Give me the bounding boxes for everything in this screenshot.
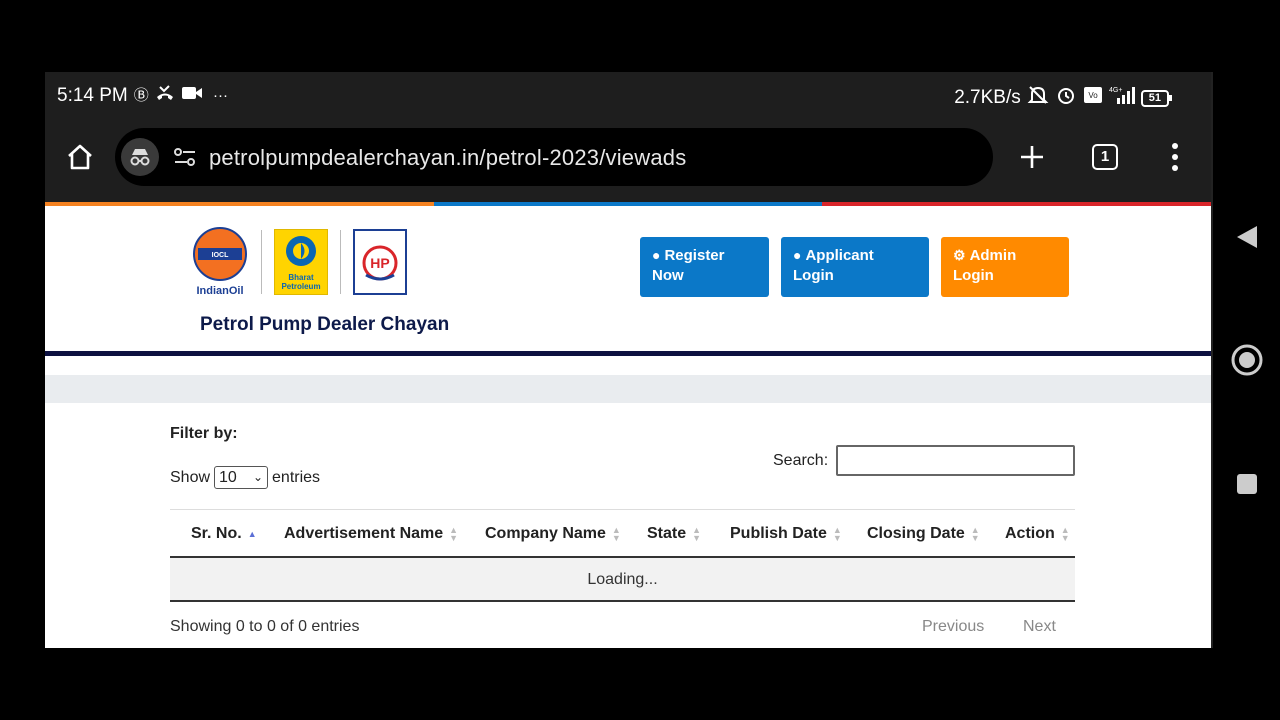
- plus-icon: [1021, 146, 1043, 168]
- tricolor-blue: [433, 202, 823, 206]
- admin-line2: Login: [953, 267, 994, 284]
- column-sr-no[interactable]: Sr. No. ▲: [191, 525, 257, 543]
- table-info: Showing 0 to 0 of 0 entries: [170, 618, 360, 635]
- sort-icon: ▲ ▼: [832, 524, 842, 543]
- page-length-value: 10: [219, 469, 237, 486]
- status-bar: 5:14 PM Ⓑ ··· 2.7KB/s Vo 4G+ 51: [45, 72, 1211, 118]
- tab-switcher-button[interactable]: 1: [1092, 144, 1118, 170]
- home-button[interactable]: [65, 142, 95, 172]
- sort-icon: ▲ ▼: [611, 524, 621, 543]
- recents-icon: [1237, 474, 1257, 494]
- incognito-icon: [121, 138, 159, 176]
- home-circle-icon: [1231, 344, 1263, 376]
- svg-text:Vo: Vo: [1088, 91, 1098, 100]
- column-closing-date[interactable]: Closing Date ▲ ▼: [867, 525, 980, 543]
- gear-icon: ⚙: [953, 247, 966, 263]
- site-title: Petrol Pump Dealer Chayan: [200, 314, 450, 335]
- search-label: Search:: [773, 451, 829, 469]
- web-page: IOCL IndianOil Bharat Petroleum HP Petro…: [45, 202, 1211, 648]
- loading-row: Loading...: [170, 558, 1075, 602]
- company-logos: IOCL IndianOil Bharat Petroleum HP: [191, 226, 407, 297]
- address-bar[interactable]: petrolpumpdealerchayan.in/petrol-2023/vi…: [115, 128, 993, 186]
- applicant-line2: Login: [793, 267, 834, 284]
- tricolor-orange: [45, 202, 434, 206]
- table-header: Sr. No. ▲ Advertisement Name ▲ ▼ Company Na…: [170, 509, 1075, 558]
- status-time: 5:14 PM: [57, 85, 128, 106]
- tricolor-strip: [45, 202, 1211, 206]
- logo-divider: [340, 229, 341, 294]
- bharat-caption-1: Bharat: [288, 272, 314, 282]
- applicant-line1: Applicant: [805, 247, 874, 264]
- video-icon: [181, 85, 203, 107]
- sort-icon: ▲ ▼: [970, 524, 980, 543]
- page-length-select[interactable]: 10 ⌄: [214, 466, 269, 489]
- volte-icon: Vo: [1083, 86, 1103, 110]
- filter-label: Filter by:: [170, 425, 238, 442]
- nav-bar: [45, 375, 1211, 403]
- android-nav-bar: [1211, 72, 1280, 648]
- column-action[interactable]: Action ▲ ▼: [1005, 525, 1070, 543]
- mute-icon: [1027, 84, 1049, 112]
- new-tab-button[interactable]: [1017, 142, 1047, 172]
- home-icon: [68, 144, 92, 170]
- recents-button[interactable]: [1236, 473, 1258, 500]
- svg-text:IOCL: IOCL: [212, 252, 229, 259]
- user-icon: ●: [793, 247, 802, 263]
- admin-line1: Admin: [969, 247, 1017, 264]
- search-input[interactable]: [836, 445, 1076, 476]
- ads-table: Sr. No. ▲ Advertisement Name ▲ ▼ Company Na…: [170, 509, 1075, 602]
- phone-screen: 5:14 PM Ⓑ ··· 2.7KB/s Vo 4G+ 51 petrolpu…: [45, 72, 1211, 648]
- sort-icon: ▲ ▼: [1060, 524, 1070, 543]
- chevron-down-icon: ⌄: [252, 470, 264, 484]
- missed-call-icon: [155, 84, 175, 108]
- sort-asc-icon: ▲: [247, 528, 257, 539]
- alarm-icon: [1055, 84, 1077, 112]
- header-divider: [45, 351, 1211, 356]
- bharat-petroleum-logo: Bharat Petroleum: [274, 228, 328, 295]
- tricolor-red: [822, 202, 1211, 206]
- logo-divider: [261, 229, 262, 294]
- bharat-caption-2: Petroleum: [281, 281, 321, 291]
- hp-logo: HP: [353, 228, 407, 295]
- register-now-button[interactable]: ● Register Now: [640, 237, 769, 297]
- show-label: Show: [170, 468, 211, 486]
- sort-icon: ▲ ▼: [449, 524, 459, 543]
- entries-label: entries: [272, 468, 321, 486]
- register-line1: Register: [664, 247, 725, 264]
- site-settings-icon[interactable]: [173, 146, 197, 168]
- column-company-name[interactable]: Company Name ▲ ▼: [485, 525, 621, 543]
- column-advertisement-name[interactable]: Advertisement Name ▲ ▼: [284, 525, 458, 543]
- indianoil-caption: IndianOil: [196, 285, 244, 297]
- back-icon: [1237, 226, 1257, 248]
- url-text[interactable]: petrolpumpdealerchayan.in/petrol-2023/vi…: [209, 145, 686, 171]
- column-state[interactable]: State ▲ ▼: [647, 525, 701, 543]
- register-line2: Now: [652, 267, 684, 284]
- svg-text:4G+: 4G+: [1109, 87, 1122, 94]
- network-speed: 2.7KB/s: [954, 87, 1021, 108]
- admin-login-button[interactable]: ⚙ Admin Login: [941, 237, 1069, 297]
- browser-toolbar: petrolpumpdealerchayan.in/petrol-2023/vi…: [45, 118, 1211, 202]
- previous-page-button[interactable]: Previous: [922, 618, 984, 636]
- signal-4g-icon: 4G+: [1109, 85, 1135, 111]
- back-button[interactable]: [1235, 224, 1259, 255]
- column-publish-date[interactable]: Publish Date ▲ ▼: [730, 525, 842, 543]
- sort-icon: ▲ ▼: [692, 524, 702, 543]
- battery-icon: 51: [1140, 89, 1173, 107]
- b-circle-icon: Ⓑ: [133, 87, 149, 104]
- hp-text: HP: [370, 255, 389, 271]
- page-length-control: Show 10 ⌄ entries: [170, 466, 320, 489]
- user-icon: ●: [652, 247, 661, 263]
- indianoil-logo: IOCL IndianOil: [191, 226, 249, 297]
- more-vert-icon: [1172, 143, 1178, 171]
- more-dots-icon: ···: [208, 87, 228, 104]
- browser-menu-button[interactable]: [1165, 140, 1185, 174]
- home-nav-button[interactable]: [1231, 344, 1263, 381]
- search-control: Search:: [773, 445, 1076, 476]
- next-page-button[interactable]: Next: [1023, 618, 1056, 636]
- applicant-login-button[interactable]: ● Applicant Login: [781, 237, 929, 297]
